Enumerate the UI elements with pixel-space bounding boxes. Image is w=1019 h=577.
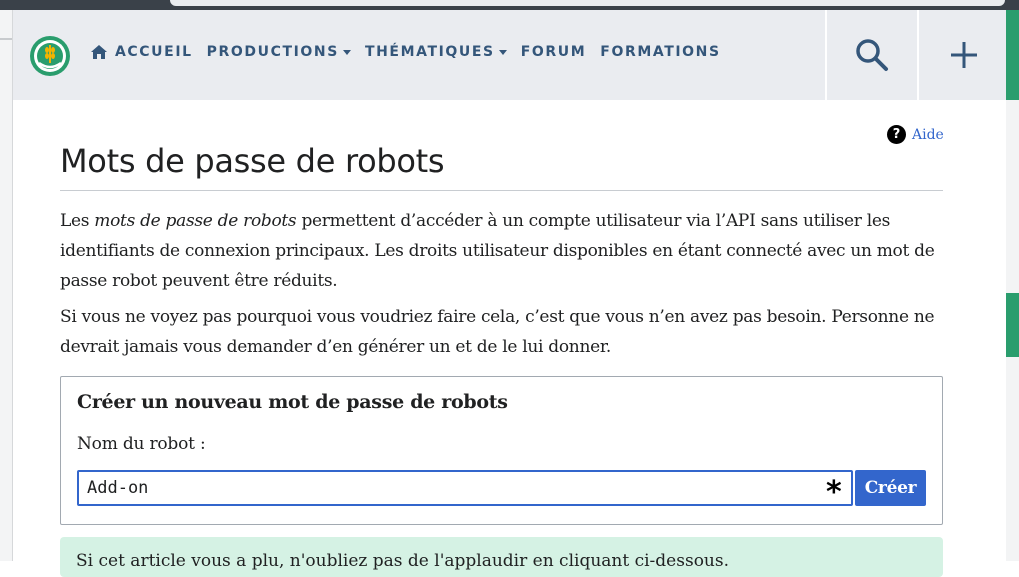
required-asterisk-icon: *	[826, 475, 842, 510]
intro-text-start: Les	[60, 211, 95, 231]
left-frame-divider	[0, 38, 12, 40]
scroll-marker	[1006, 10, 1019, 100]
nav-link-forum[interactable]: FORUM	[521, 44, 587, 60]
nav-link-productions-label: PRODUCTIONS	[206, 44, 339, 60]
intro-paragraph: Les mots de passe de robots permettent d…	[60, 206, 950, 296]
browser-top-strip	[0, 0, 1019, 10]
nav-link-formations[interactable]: FORMATIONS	[600, 44, 720, 60]
home-icon	[91, 45, 107, 59]
chevron-down-icon	[498, 49, 507, 55]
nav-link-thematiques-label: THÉMATIQUES	[364, 44, 495, 60]
help-label: Aide	[912, 126, 944, 143]
page-title: Mots de passe de robots	[60, 142, 445, 180]
right-frame	[1006, 10, 1019, 561]
nav-link-thematiques[interactable]: THÉMATIQUES	[365, 44, 507, 60]
intro-emphasis: mots de passe de robots	[94, 211, 297, 231]
site-logo[interactable]	[29, 35, 71, 77]
warning-paragraph: Si vous ne voyez pas pourquoi vous voudr…	[60, 307, 935, 357]
scroll-marker[interactable]	[1006, 293, 1019, 357]
question-circle-icon: ?	[887, 125, 906, 144]
chevron-down-icon	[342, 49, 351, 55]
create-bot-password-form: Créer un nouveau mot de passe de robots …	[60, 376, 943, 525]
browser-url-area	[170, 0, 1005, 6]
add-button[interactable]	[917, 10, 1009, 100]
nav-link-accueil[interactable]: ACCUEIL	[91, 44, 193, 60]
bot-name-label: Nom du robot :	[77, 434, 206, 454]
plus-icon	[951, 42, 977, 68]
bot-name-input[interactable]: Add-on	[77, 470, 853, 506]
title-divider	[60, 190, 943, 191]
nav-link-productions[interactable]: PRODUCTIONS	[207, 44, 351, 60]
left-frame	[0, 10, 13, 561]
nav-link-forum-label: FORUM	[520, 44, 587, 60]
nav-link-accueil-label: ACCUEIL	[115, 44, 193, 60]
search-icon	[856, 39, 888, 71]
notice-text: Si cet article vous a plu, n'oubliez pas…	[76, 551, 730, 571]
top-navbar: ACCUEIL PRODUCTIONS THÉMATIQUES FORUM FO…	[13, 10, 1006, 100]
search-button[interactable]	[825, 10, 917, 100]
help-link[interactable]: ? Aide	[887, 125, 944, 144]
applause-notice: Si cet article vous a plu, n'oubliez pas…	[60, 537, 943, 577]
create-button[interactable]: Créer	[855, 470, 926, 506]
form-title: Créer un nouveau mot de passe de robots	[77, 391, 508, 413]
nav-link-formations-label: FORMATIONS	[600, 44, 721, 60]
